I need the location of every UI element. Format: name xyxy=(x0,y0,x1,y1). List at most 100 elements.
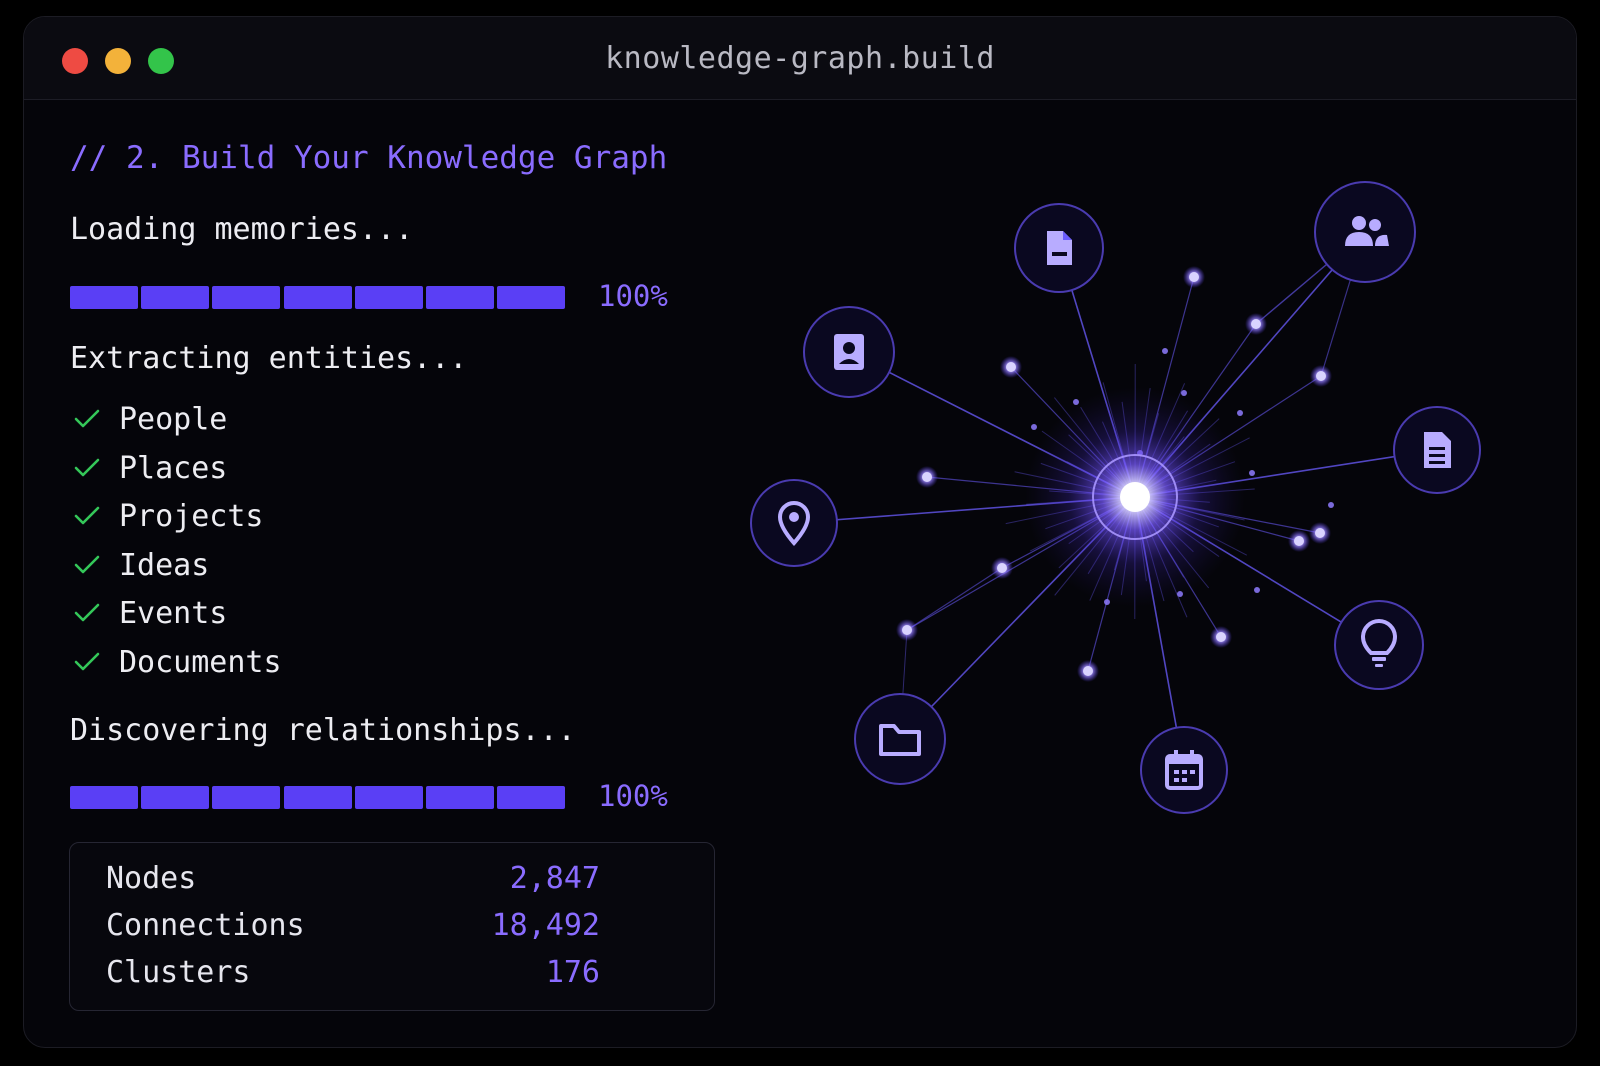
graph-edge xyxy=(1134,231,1366,498)
entity-name: Places xyxy=(119,450,228,486)
lightbulb-icon[interactable] xyxy=(1334,600,1424,690)
contact-icon[interactable] xyxy=(803,306,895,398)
relationships-percent: 100% xyxy=(598,779,668,813)
graph-edge xyxy=(1134,449,1438,498)
entity-name: Projects xyxy=(119,499,264,534)
graph-core-ring xyxy=(1092,454,1178,540)
graph-ray xyxy=(1113,496,1136,571)
app-window: knowledge-graph.build // 2. Build Your K… xyxy=(23,16,1577,1048)
graph-ray xyxy=(1066,461,1136,498)
checkmark-icon xyxy=(74,555,100,573)
stat-row-clusters: Clusters 176 xyxy=(106,955,600,995)
graph-edge xyxy=(1087,496,1136,672)
title-bar: knowledge-graph.build xyxy=(24,17,1576,100)
graph-ray xyxy=(1040,462,1136,498)
graph-ray xyxy=(1134,479,1217,498)
checkmark-icon xyxy=(74,603,100,622)
relationships-label: Discovering relationships... xyxy=(70,713,576,748)
entity-name: People xyxy=(119,402,228,437)
file-text-icon[interactable] xyxy=(1393,406,1481,494)
graph-ray xyxy=(1026,496,1136,505)
graph-ray xyxy=(1134,496,1210,503)
stat-label: Clusters xyxy=(106,955,251,990)
folder-icon[interactable] xyxy=(854,693,946,785)
loading-percent: 100% xyxy=(598,279,668,313)
step-heading: // 2. Build Your Knowledge Graph xyxy=(70,140,668,176)
graph-particle xyxy=(1137,450,1143,456)
graph-edge xyxy=(899,496,1136,740)
graph-node xyxy=(1294,536,1304,546)
progress-segment xyxy=(283,286,352,309)
graph-ray xyxy=(1068,434,1136,498)
graph-ray xyxy=(1134,496,1245,521)
graph-ray xyxy=(1134,387,1151,498)
graph-edge xyxy=(1134,496,1300,542)
graph-node xyxy=(1216,632,1226,642)
graph-edge xyxy=(906,496,1136,631)
progress-segment xyxy=(426,786,494,809)
graph-node xyxy=(1315,528,1325,538)
graph-ray xyxy=(1054,496,1136,596)
graph-node-glow xyxy=(1077,660,1099,682)
graph-node xyxy=(902,625,912,635)
graph-ray xyxy=(1121,401,1136,498)
checkmark-icon xyxy=(74,458,100,476)
graph-node-glow xyxy=(1288,530,1310,552)
calendar-icon[interactable] xyxy=(1140,726,1228,814)
graph-ray xyxy=(1087,496,1136,575)
graph-particle xyxy=(1031,424,1037,430)
graph-edge xyxy=(793,496,1136,524)
graph-node-glow xyxy=(991,557,1013,579)
graph-particle xyxy=(1249,470,1255,476)
graph-ray xyxy=(1120,496,1136,596)
graph-ray xyxy=(1134,418,1220,498)
window-title: knowledge-graph.build xyxy=(605,41,995,76)
graph-ray xyxy=(1134,496,1185,578)
progress-segment xyxy=(212,786,281,809)
graph-ray xyxy=(1068,496,1136,545)
graph-node xyxy=(1006,362,1016,372)
graph-node-glow xyxy=(1210,626,1232,648)
loading-label: Loading memories... xyxy=(70,212,414,247)
graph-ray xyxy=(1102,382,1136,498)
graph-ray xyxy=(1049,490,1136,498)
graph-ray xyxy=(1041,430,1136,498)
progress-segment xyxy=(212,286,281,309)
graph-node xyxy=(922,472,932,482)
graph-node-glow xyxy=(1245,313,1267,335)
stat-label: Nodes xyxy=(106,861,197,896)
relationships-progress-bar xyxy=(70,786,580,809)
graph-core xyxy=(1120,482,1150,512)
graph-edge xyxy=(1001,496,1136,569)
people-icon[interactable] xyxy=(1314,181,1416,283)
graph-node-glow xyxy=(1000,356,1022,378)
graph-node xyxy=(1189,272,1199,282)
entity-name: Events xyxy=(119,596,228,631)
graph-particle xyxy=(1254,587,1260,593)
progress-segment xyxy=(70,286,138,309)
graph-edge xyxy=(848,351,1136,498)
loading-progress-bar xyxy=(70,286,580,309)
graph-ray xyxy=(1045,496,1136,530)
location-pin-icon[interactable] xyxy=(750,479,838,567)
graph-ray xyxy=(1029,496,1136,552)
progress-segment xyxy=(141,286,210,309)
graph-particle xyxy=(1162,348,1168,354)
progress-segment xyxy=(141,786,210,809)
graph-edge xyxy=(1134,375,1322,498)
graph-ray xyxy=(1089,496,1136,601)
graph-ray xyxy=(1134,383,1186,498)
graph-ray xyxy=(1005,496,1136,525)
graph-particle xyxy=(1073,399,1079,405)
graph-particle xyxy=(1328,502,1334,508)
graph-ray xyxy=(1134,496,1194,553)
graph-edge xyxy=(1134,323,1257,498)
graph-ray xyxy=(1134,496,1147,582)
graph-ray xyxy=(1134,496,1219,528)
graph-ray xyxy=(1134,496,1248,556)
progress-segment xyxy=(497,786,566,809)
graph-ray xyxy=(1014,471,1136,498)
document-icon[interactable] xyxy=(1014,203,1104,293)
graph-ray xyxy=(1134,496,1220,557)
graph-ray xyxy=(1134,496,1165,602)
